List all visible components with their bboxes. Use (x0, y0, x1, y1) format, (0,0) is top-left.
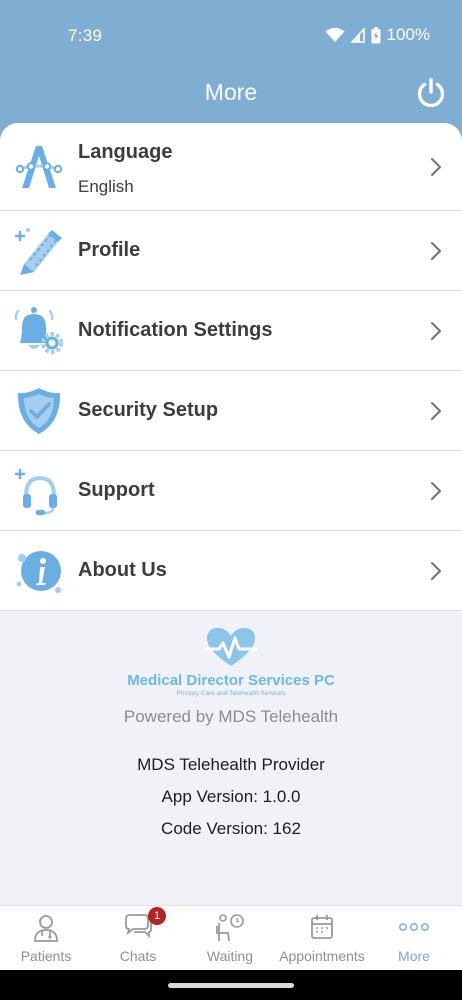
menu-item-security-setup[interactable]: Security Setup (0, 371, 462, 451)
tab-appointments[interactable]: Appointments (276, 906, 368, 971)
app-info: Medical Director Services PC Primary Car… (0, 620, 462, 845)
code-version: Code Version: 162 (161, 819, 301, 838)
battery-percent: 100% (386, 25, 430, 44)
status-bar: 7:39 100% (0, 0, 462, 70)
wifi-icon (325, 27, 345, 42)
powered-by-text: Powered by MDS Telehealth (123, 707, 339, 726)
menu-list: Language English Profile Notification Se… (0, 123, 462, 611)
app-name: MDS Telehealth Provider (137, 755, 325, 774)
app-version: App Version: 1.0.0 (161, 787, 301, 806)
status-icons: 100% (325, 25, 430, 45)
language-icon (15, 146, 63, 188)
menu-item-notification-settings[interactable]: Notification Settings (0, 291, 462, 371)
chevron-right-icon (430, 561, 442, 581)
chevron-right-icon (430, 481, 442, 501)
headset-icon (14, 468, 57, 515)
logo-subtitle: Primary Care and Telehealth Services (176, 690, 286, 697)
more-dots-icon (399, 923, 429, 931)
tab-waiting[interactable]: Waiting (184, 906, 276, 971)
menu-item-label: Profile (78, 239, 141, 261)
heart-logo-icon (205, 628, 257, 666)
status-time: 7:39 (68, 26, 103, 45)
waiting-room-icon (216, 914, 244, 942)
menu-item-profile[interactable]: Profile (0, 211, 462, 291)
tab-label: Appointments (279, 948, 365, 964)
menu-item-label: About Us (78, 559, 167, 581)
system-nav-bar (0, 970, 462, 1000)
menu-item-label: Support (78, 479, 155, 501)
signal-icon (350, 27, 365, 43)
tab-label: Waiting (206, 948, 254, 964)
chevron-right-icon (430, 401, 442, 421)
menu-item-support[interactable]: Support (0, 451, 462, 531)
menu-item-label: Security Setup (78, 399, 219, 421)
calendar-icon (311, 915, 333, 939)
patient-icon (34, 915, 58, 942)
tab-chats[interactable]: 1 Chats (92, 906, 184, 971)
menu-item-language[interactable]: Language English (0, 123, 462, 211)
power-icon[interactable] (414, 76, 448, 110)
battery-icon (371, 26, 381, 43)
tab-more[interactable]: More (368, 906, 460, 971)
logo-title: Medical Director Services PC (127, 672, 335, 689)
chevron-right-icon (430, 321, 442, 341)
menu-item-label: Language (78, 141, 173, 163)
menu-item-about-us[interactable]: About Us (0, 531, 462, 611)
bell-gear-icon (14, 307, 63, 354)
tab-label: Chats (119, 948, 157, 964)
profile-pencil-icon (14, 228, 62, 275)
shield-check-icon (17, 388, 61, 434)
tab-label: Patients (20, 948, 72, 964)
page-title: More (204, 79, 258, 105)
info-icon (16, 551, 61, 593)
chevron-right-icon (430, 241, 442, 261)
chevron-right-icon (430, 157, 442, 177)
tab-label: More (398, 948, 430, 964)
menu-item-label: Notification Settings (78, 319, 273, 341)
home-gesture-handle[interactable] (168, 983, 294, 988)
chat-unread-badge: 1 (148, 907, 166, 925)
menu-item-sublabel: English (78, 177, 134, 196)
bottom-tab-bar: Patients 1 Chats Waiting Appointments Mo… (0, 905, 462, 970)
tab-patients[interactable]: Patients (0, 906, 92, 971)
